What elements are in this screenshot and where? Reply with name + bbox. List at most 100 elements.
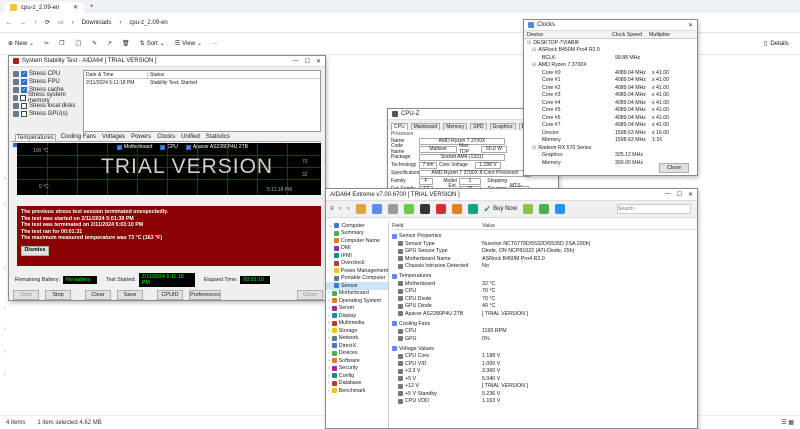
refresh-icon[interactable]	[371, 204, 382, 214]
chevron-right-icon[interactable]: ›	[4, 306, 6, 312]
stress-option[interactable]: Stress GPU(s)	[13, 110, 83, 118]
checkbox[interactable]: ✓	[21, 71, 27, 77]
checkbox[interactable]	[20, 95, 27, 101]
collapse-icon[interactable]: ⊟	[532, 62, 536, 68]
checkbox[interactable]: ✓	[185, 144, 191, 150]
sensor-row[interactable]: GPU Sensor Type Diode, ON NCP81022 (ATI-D…	[392, 248, 697, 256]
expand-icon[interactable]: ›	[328, 380, 330, 386]
close-icon[interactable]: ✕	[688, 22, 693, 29]
tree-item[interactable]: Portable Computer	[326, 275, 388, 283]
checkbox[interactable]: ✓	[160, 144, 166, 150]
clock-row[interactable]: Core #0 4089.04 MHz x 41.00	[527, 69, 697, 77]
tree-item[interactable]: › Devices	[326, 350, 388, 358]
cpuz-tab[interactable]: Graphics	[489, 123, 516, 130]
view-button[interactable]: ☰ View ⌄	[175, 40, 202, 48]
close-icon[interactable]: ✕	[316, 58, 321, 65]
back-icon[interactable]: ‹	[340, 206, 342, 212]
chevron-right-icon[interactable]: ›	[4, 326, 6, 332]
chevron-right-icon[interactable]: ›	[4, 372, 6, 378]
legend-item[interactable]: ✓ Apacer AS2280P4U 2TB	[185, 144, 248, 150]
back-icon[interactable]: ←	[6, 20, 12, 26]
clock-row[interactable]: ⊟ ASRock B450M Pro4 R2.0	[527, 47, 697, 55]
close-icon[interactable]: ✕	[688, 191, 693, 198]
tree-item[interactable]: › Multimedia	[326, 320, 388, 328]
expand-icon[interactable]: ›	[328, 365, 330, 371]
sensor-row[interactable]: Chassis Intrusion Detected No	[392, 263, 697, 271]
chart-icon[interactable]	[403, 204, 414, 214]
tree-item[interactable]: Power Management	[326, 267, 388, 275]
sensor-row[interactable]: Sensor Type Nuvoton NCT6779D/5532D/5535D …	[392, 240, 697, 248]
sensor-row[interactable]: GPU 0%	[392, 335, 697, 343]
minimize-icon[interactable]: —	[665, 191, 671, 198]
collapse-icon[interactable]: ⊟	[532, 47, 536, 53]
clock-row[interactable]: Uncore 1598.63 MHz x 16.00	[527, 129, 697, 137]
tools-icon[interactable]	[523, 204, 534, 214]
copy-icon[interactable]: ❐	[59, 40, 64, 47]
clock-row[interactable]: ⊟ AMD Ryzen 7 3700X	[527, 62, 697, 70]
sensor-row[interactable]: +5 V Standby 5.236 V	[392, 390, 697, 398]
stress-option[interactable]: ✓ Stress CPU	[13, 70, 83, 78]
expand-icon[interactable]: ›	[328, 290, 330, 296]
clocks-close-button[interactable]: Close	[659, 163, 689, 173]
clock-row[interactable]: Core #3 4089.04 MHz x 41.00	[527, 92, 697, 100]
tree-item[interactable]: ⌄ Computer	[326, 222, 388, 230]
new-button[interactable]: ⊕ New ⌄	[8, 40, 34, 48]
expand-icon[interactable]: ›	[328, 343, 330, 349]
expand-icon[interactable]: ›	[328, 388, 330, 394]
clock-row[interactable]: Core #7 4089.04 MHz x 41.00	[527, 122, 697, 130]
maximize-icon[interactable]: ☐	[677, 191, 682, 198]
clock-row[interactable]: Memory 1598.63 MHz 1:16	[527, 137, 697, 145]
expand-icon[interactable]: ›	[328, 313, 330, 319]
stop-button[interactable]: Stop	[45, 290, 71, 300]
view-toggle-icon[interactable]: ☰ ▦	[781, 419, 800, 426]
disk-icon[interactable]	[451, 204, 462, 214]
checkbox[interactable]	[21, 103, 27, 109]
expand-icon[interactable]: ›	[328, 298, 330, 304]
cpuz-tab[interactable]: Memory	[443, 123, 468, 130]
expand-icon[interactable]: ›	[328, 358, 330, 364]
sst-tab[interactable]: Temperatures	[15, 133, 56, 141]
up-icon[interactable]: ↑	[34, 20, 37, 26]
delete-icon[interactable]: 🗑	[122, 40, 130, 47]
checkbox[interactable]: ✓	[117, 144, 122, 150]
close-button[interactable]: Close	[297, 290, 323, 300]
sensor-row[interactable]: Motherboard Name ASRock B450M Pro4 R2.0	[392, 255, 697, 263]
tree-item[interactable]: Computer Name	[326, 237, 388, 245]
clock-row[interactable]: ⊟ Radeon RX 570 Series	[527, 144, 697, 152]
tree-item[interactable]: › Network	[326, 335, 388, 343]
fan-icon[interactable]	[467, 204, 478, 214]
clear-button[interactable]: Clear	[85, 290, 111, 300]
report-icon[interactable]	[355, 204, 366, 214]
checkbox[interactable]: ✓	[21, 87, 27, 93]
log-row[interactable]: 2/11/2024 5:11:18 PM Stability Test: Sta…	[84, 79, 320, 87]
more-icon[interactable]: ···	[212, 41, 218, 47]
sensor-row[interactable]: +3.3 V 3.360 V	[392, 368, 697, 376]
sensor-row[interactable]: CPU VDD 1.163 V	[392, 398, 697, 406]
sensor-row[interactable]: +5 V 5.040 V	[392, 375, 697, 383]
dismiss-button[interactable]: Dismiss	[21, 245, 49, 256]
user-icon[interactable]	[387, 204, 398, 214]
tree-item[interactable]: › Software	[326, 357, 388, 365]
new-tab-icon[interactable]: +	[90, 4, 94, 10]
sort-button[interactable]: ⇅ Sort ⌄	[140, 40, 165, 48]
sensor-row[interactable]: CPU Core 1.188 V	[392, 353, 697, 361]
sensor-row[interactable]: GPU Diode 40 °C	[392, 303, 697, 311]
buy-now-button[interactable]: ✔ Buy Now	[484, 204, 518, 215]
tree-item[interactable]: › Benchmark	[326, 387, 388, 395]
expand-icon[interactable]: ›	[328, 373, 330, 379]
cut-icon[interactable]: ✂	[44, 40, 49, 47]
menu-icon[interactable]: ≡	[330, 206, 334, 212]
expand-icon[interactable]: ⌄	[328, 223, 332, 229]
legend-item[interactable]: ✓ CPU	[160, 144, 178, 150]
clock-row[interactable]: Core #5 4089.04 MHz x 41.00	[527, 107, 697, 115]
clock-row[interactable]: ⊟ DESKTOP-7VIABIK	[527, 39, 697, 47]
chevron-right-icon[interactable]: ›	[4, 201, 6, 207]
explorer-tab[interactable]: cpu-z_2.09-en ✕	[4, 2, 84, 13]
share-icon[interactable]: ↗	[107, 40, 112, 47]
cpuz-tab[interactable]: Mainboard	[410, 123, 441, 130]
clock-row[interactable]: Core #2 4089.04 MHz x 41.00	[527, 84, 697, 92]
checkbox[interactable]: ✓	[21, 79, 27, 85]
clock-row[interactable]: Core #1 4089.04 MHz x 41.00	[527, 77, 697, 85]
clock-row[interactable]: Core #6 4089.04 MHz x 41.00	[527, 114, 697, 122]
checkbox[interactable]	[21, 111, 27, 117]
